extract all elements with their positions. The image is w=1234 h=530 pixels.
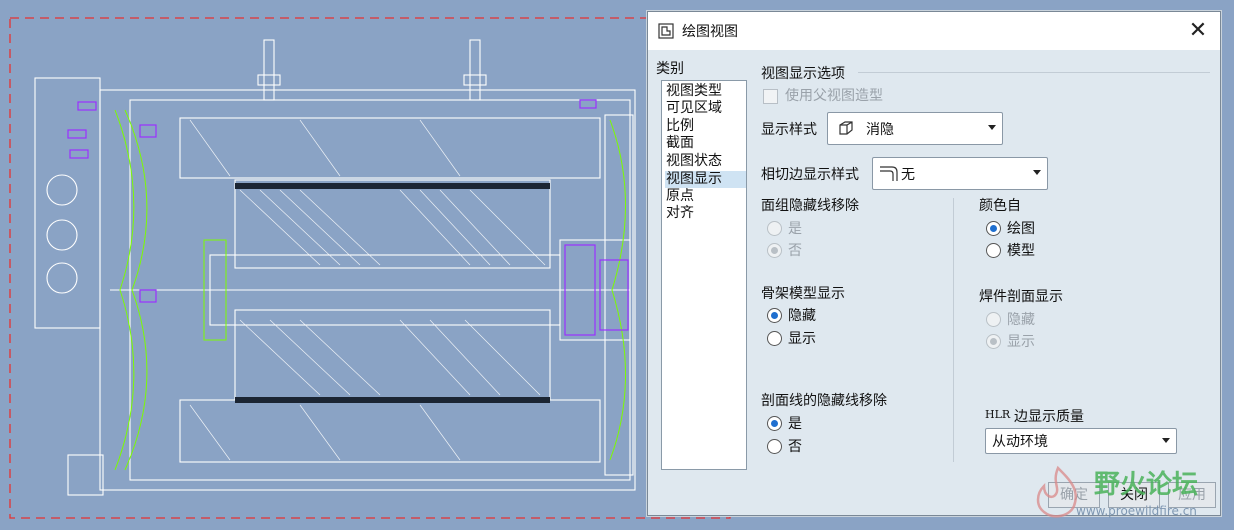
color-from-drawing-radio[interactable] bbox=[986, 221, 1001, 236]
category-item-alignment[interactable]: 对齐 bbox=[666, 205, 694, 222]
display-style-label: 显示样式 bbox=[761, 122, 817, 138]
color-from-label: 颜色自 bbox=[979, 198, 1021, 214]
watermark-text: 野火论坛 bbox=[1094, 470, 1199, 500]
hlr-edge-quality-value: 从动环境 bbox=[992, 434, 1048, 450]
face-group-no-radio[interactable] bbox=[767, 243, 782, 258]
column-divider bbox=[953, 198, 954, 462]
hlr-prefix-label: HLR bbox=[985, 408, 1011, 421]
section-divider bbox=[858, 72, 1210, 73]
drawing-view-icon bbox=[658, 23, 674, 39]
skeleton-show-radio[interactable] bbox=[767, 331, 782, 346]
face-group-hidden-line-removal-label: 面组隐藏线移除 bbox=[761, 198, 859, 214]
category-list[interactable]: 视图类型 可见区域 比例 截面 视图状态 视图显示 原点 对齐 bbox=[661, 80, 747, 470]
hlr-edge-quality-select[interactable]: 从动环境 bbox=[985, 428, 1177, 454]
skeleton-hide-radio[interactable] bbox=[767, 308, 782, 323]
skeleton-model-display-label: 骨架模型显示 bbox=[761, 286, 845, 302]
options-section-title: 视图显示选项 bbox=[761, 66, 845, 82]
section-line-no-radio[interactable] bbox=[767, 439, 782, 454]
color-from-model-radio[interactable] bbox=[986, 243, 1001, 258]
section-line-hidden-line-removal-label: 剖面线的隐藏线移除 bbox=[761, 393, 887, 409]
skeleton-show-label: 显示 bbox=[788, 331, 816, 347]
category-item-section[interactable]: 截面 bbox=[666, 135, 694, 152]
weld-hide-radio[interactable] bbox=[986, 312, 1001, 327]
chevron-down-icon bbox=[1033, 170, 1041, 175]
section-line-no-label: 否 bbox=[788, 439, 802, 455]
face-group-yes-label: 是 bbox=[788, 221, 802, 237]
category-item-visible-area[interactable]: 可见区域 bbox=[666, 100, 722, 117]
color-from-model-label: 模型 bbox=[1007, 243, 1035, 259]
chevron-down-icon bbox=[988, 125, 996, 130]
chevron-down-icon bbox=[1162, 438, 1170, 443]
dialog-title: 绘图视图 bbox=[682, 24, 738, 40]
hlr-edge-quality-label: 边显示质量 bbox=[1014, 409, 1084, 425]
category-label: 类别 bbox=[656, 61, 684, 77]
hidden-line-style-icon bbox=[839, 121, 853, 135]
category-item-view-display[interactable]: 视图显示 bbox=[665, 171, 746, 188]
section-line-yes-label: 是 bbox=[788, 416, 802, 432]
weld-section-display-label: 焊件剖面显示 bbox=[979, 289, 1063, 305]
face-group-yes-radio[interactable] bbox=[767, 221, 782, 236]
weld-show-label: 显示 bbox=[1007, 334, 1035, 350]
dialog-titlebar: 绘图视图 ✕ bbox=[648, 12, 1220, 50]
watermark-url: www.proewildfire.cn bbox=[1076, 504, 1197, 518]
skeleton-hide-label: 隐藏 bbox=[788, 308, 816, 324]
close-icon[interactable]: ✕ bbox=[1184, 18, 1212, 44]
section-line-yes-radio[interactable] bbox=[767, 416, 782, 431]
tangent-edge-icon bbox=[880, 166, 898, 181]
display-style-value: 消隐 bbox=[866, 122, 894, 138]
use-parent-view-style-checkbox[interactable] bbox=[763, 89, 778, 104]
category-item-origin[interactable]: 原点 bbox=[666, 188, 694, 205]
face-group-no-label: 否 bbox=[788, 243, 802, 259]
weld-show-radio[interactable] bbox=[986, 334, 1001, 349]
tangent-edge-style-label: 相切边显示样式 bbox=[761, 167, 859, 183]
tangent-edge-style-value: 无 bbox=[901, 167, 915, 183]
drawing-view-dialog: 绘图视图 ✕ 类别 视图类型 可见区域 比例 截面 视图状态 视图显示 原点 对… bbox=[647, 11, 1221, 516]
color-from-drawing-label: 绘图 bbox=[1007, 221, 1035, 237]
category-item-view-type[interactable]: 视图类型 bbox=[666, 83, 722, 100]
category-item-scale[interactable]: 比例 bbox=[666, 118, 694, 135]
weld-hide-label: 隐藏 bbox=[1007, 312, 1035, 328]
category-item-view-state[interactable]: 视图状态 bbox=[666, 153, 722, 170]
display-style-select[interactable]: 消隐 bbox=[827, 112, 1003, 145]
forum-watermark: 野火论坛 www.proewildfire.cn bbox=[1020, 460, 1232, 526]
use-parent-view-style-label: 使用父视图造型 bbox=[785, 88, 883, 104]
tangent-edge-style-select[interactable]: 无 bbox=[872, 157, 1048, 190]
